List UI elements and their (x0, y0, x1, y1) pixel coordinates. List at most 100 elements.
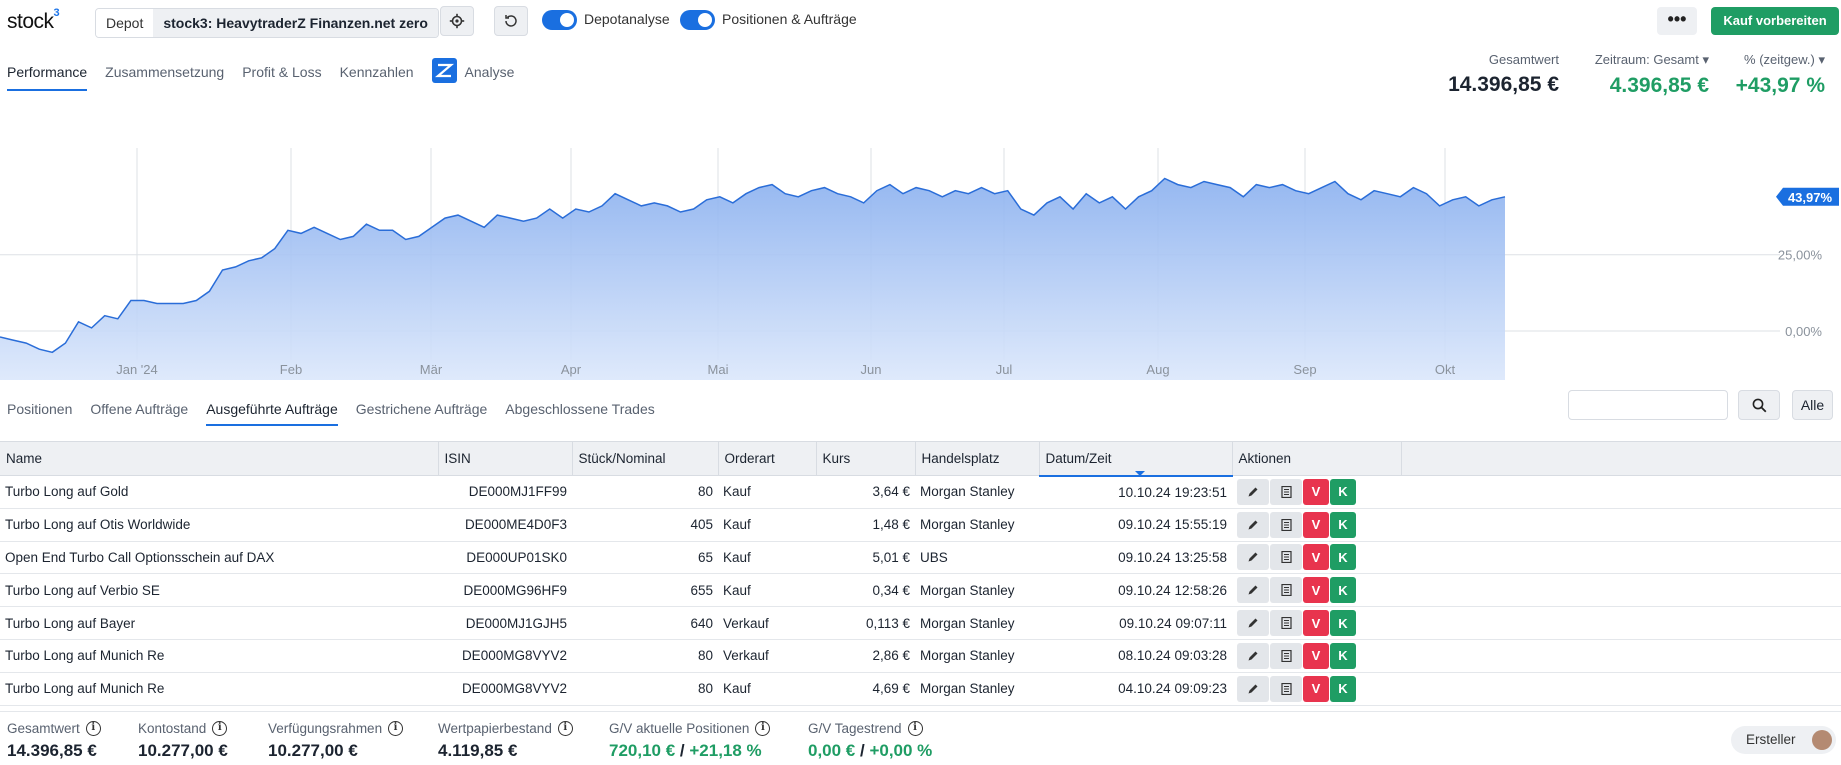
cell-aktionen: VK (1232, 541, 1401, 575)
buy-row-button[interactable]: K (1330, 675, 1356, 702)
footer-gv-abs: 720,10 € (609, 741, 676, 760)
table-row[interactable]: Turbo Long auf Gold DE000MJ1FF99 80 Kauf 3,6… (0, 475, 1841, 509)
main-tabs: Performance Zusammensetzung Profit & Los… (7, 58, 532, 91)
summary-zeitraum[interactable]: Zeitraum: Gesamt ▾ 4.396,85 € (1595, 52, 1709, 98)
edit-button[interactable] (1237, 478, 1269, 505)
summary-gesamtwert: Gesamtwert 14.396,85 € (1448, 52, 1559, 97)
footer-wertpapierbestand: Wertpapierbestand i 4.119,85 € (438, 721, 573, 761)
sell-button[interactable]: V (1303, 577, 1329, 604)
x-tick-label: Jan '24 (116, 362, 158, 377)
document-icon (1280, 682, 1292, 695)
buy-row-button[interactable]: K (1330, 478, 1356, 505)
settings-button[interactable] (440, 6, 474, 36)
edit-button[interactable] (1237, 544, 1269, 571)
buy-row-button[interactable]: K (1330, 610, 1356, 637)
table-row[interactable]: Turbo Long auf Verbio SE DE000MG96HF9 655 K… (0, 573, 1841, 608)
cell-isin: DE000UP01SK0 (438, 541, 572, 575)
more-button[interactable]: ••• (1657, 7, 1697, 35)
tab-profit-loss[interactable]: Profit & Loss (242, 64, 321, 91)
edit-button[interactable] (1237, 577, 1269, 604)
performance-chart[interactable]: 0,00% 25,00% Jan '24 Feb Mär Apr Mai Jun Jul Aug S… (0, 148, 1841, 380)
buy-row-button[interactable]: K (1330, 642, 1356, 669)
refresh-button[interactable] (494, 6, 528, 36)
footer-gesamtwert-label: Gesamtwert (7, 721, 80, 736)
footer-gv-pct: +21,18 % (689, 741, 762, 760)
table-row[interactable]: Open End Turbo Call Optionsschein auf DA… (0, 541, 1841, 575)
creator-button[interactable]: Ersteller (1731, 726, 1836, 754)
buy-row-button[interactable]: K (1330, 544, 1356, 571)
col-orderart[interactable]: Orderart (718, 441, 817, 476)
tab-analyse-label: Analyse (464, 64, 515, 81)
col-aktionen: Aktionen (1232, 441, 1402, 476)
cell-handelsplatz: Morgan Stanley (915, 672, 1039, 706)
sell-button[interactable]: V (1303, 478, 1329, 505)
alle-button[interactable]: Alle (1792, 390, 1833, 420)
document-button[interactable] (1270, 577, 1302, 604)
tab-kennzahlen[interactable]: Kennzahlen (340, 64, 414, 91)
tab-offene-auftraege[interactable]: Offene Aufträge (90, 401, 188, 426)
positionen-toggle[interactable] (680, 10, 715, 30)
sell-button[interactable]: V (1303, 675, 1329, 702)
table-row[interactable]: Turbo Long auf Munich Re DE000MG8VYV2 80 Ka… (0, 672, 1841, 706)
info-icon[interactable]: i (85, 721, 101, 736)
buy-button[interactable]: Kauf vorbereiten (1711, 7, 1839, 35)
zeitraum-dropdown[interactable]: Zeitraum: Gesamt ▾ (1595, 52, 1709, 68)
edit-button[interactable] (1237, 642, 1269, 669)
cell-kurs: 1,48 € (816, 508, 915, 542)
info-icon[interactable]: i (907, 721, 923, 736)
depot-name[interactable]: stock3: HeavytraderZ Finanzen.net zero (153, 9, 438, 37)
col-name[interactable]: Name (0, 441, 439, 476)
stock3-logo[interactable]: stock3 (7, 7, 60, 34)
document-button[interactable] (1270, 610, 1302, 637)
info-icon[interactable]: i (557, 721, 573, 736)
x-tick-label: Jun (861, 362, 882, 377)
footer-gv-positionen: G/V aktuelle Positionen i 720,10 € / +21,… (609, 721, 771, 761)
tab-zusammensetzung[interactable]: Zusammensetzung (105, 64, 224, 91)
document-button[interactable] (1270, 478, 1302, 505)
document-button[interactable] (1270, 675, 1302, 702)
col-kurs[interactable]: Kurs (816, 441, 916, 476)
document-icon (1280, 518, 1292, 531)
cell-aktionen: VK (1232, 639, 1401, 673)
tab-gestrichene-auftraege[interactable]: Gestrichene Aufträge (356, 401, 488, 426)
info-icon[interactable]: i (388, 721, 404, 736)
col-isin[interactable]: ISIN (438, 441, 573, 476)
depotanalyse-toggle[interactable] (542, 10, 577, 30)
cell-datum: 09.10.24 09:07:11 (1039, 606, 1232, 640)
table-row[interactable]: Turbo Long auf Bayer DE000MJ1GJH5 640 Verka… (0, 606, 1841, 640)
tab-positionen[interactable]: Positionen (7, 401, 72, 426)
col-handelsplatz[interactable]: Handelsplatz (915, 441, 1040, 476)
summary-percent[interactable]: % (zeitgew.) ▾ +43,97 % (1736, 52, 1825, 98)
document-button[interactable] (1270, 642, 1302, 669)
footer-tagestrend-label: G/V Tagestrend (808, 721, 902, 736)
table-row[interactable]: Turbo Long auf Otis Worldwide DE000ME4D0F… (0, 508, 1841, 542)
orders-table: Name ISIN Stück/Nominal Orderart Kurs Ha… (0, 441, 1841, 711)
search-input[interactable] (1568, 390, 1728, 420)
document-button[interactable] (1270, 544, 1302, 571)
x-tick-label: Aug (1146, 362, 1169, 377)
tab-performance[interactable]: Performance (7, 64, 88, 91)
pencil-icon (1248, 684, 1258, 694)
buy-row-button[interactable]: K (1330, 511, 1356, 538)
table-row[interactable]: Turbo Long auf Munich Re DE000MG8VYV2 80 Ve… (0, 639, 1841, 673)
tab-ausgefuehrte-auftraege[interactable]: Ausgeführte Aufträge (206, 401, 338, 426)
col-datum-zeit[interactable]: Datum/Zeit (1039, 441, 1233, 477)
sell-button[interactable]: V (1303, 511, 1329, 538)
sell-button[interactable]: V (1303, 544, 1329, 571)
percent-dropdown[interactable]: % (zeitgew.) ▾ (1736, 52, 1825, 68)
edit-button[interactable] (1237, 511, 1269, 538)
edit-button[interactable] (1237, 675, 1269, 702)
info-icon[interactable]: i (755, 721, 771, 736)
info-icon[interactable]: i (212, 721, 228, 736)
col-stueck[interactable]: Stück/Nominal (572, 441, 719, 476)
depot-selector[interactable]: Depot stock3: HeavytraderZ Finanzen.net … (95, 8, 439, 38)
search-button[interactable] (1738, 390, 1780, 420)
edit-button[interactable] (1237, 610, 1269, 637)
tab-analyse[interactable]: Analyse (431, 58, 515, 91)
buy-row-button[interactable]: K (1330, 577, 1356, 604)
sell-button[interactable]: V (1303, 642, 1329, 669)
tab-abgeschlossene-trades[interactable]: Abgeschlossene Trades (505, 401, 654, 426)
table-header-row: Name ISIN Stück/Nominal Orderart Kurs Ha… (0, 441, 1841, 477)
sell-button[interactable]: V (1303, 610, 1329, 637)
document-button[interactable] (1270, 511, 1302, 538)
